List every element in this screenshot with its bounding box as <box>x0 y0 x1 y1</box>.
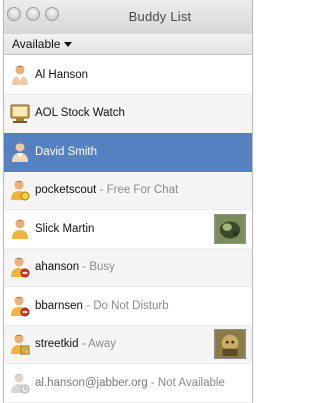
buddy-text: ahanson - Busy <box>35 261 115 273</box>
status-dropdown[interactable]: Available <box>12 37 73 51</box>
buddy-text: streetkid - Away <box>35 338 116 350</box>
buddy-text: al.hanson@jabber.org - Not Available <box>35 377 225 389</box>
status-bar: Available <box>4 34 252 55</box>
buddy-status: - Do Not Disturb <box>82 299 169 312</box>
buddy-row-slick-martin[interactable]: Slick Martin <box>4 210 252 249</box>
buddy-name: Slick Martin <box>35 222 95 235</box>
buddy-status: - Free For Chat <box>96 184 179 197</box>
buddy-name: pocketscout <box>35 184 97 197</box>
buddy-status: - Busy <box>79 261 115 274</box>
chevron-down-icon <box>64 42 73 47</box>
buddy-name: bbarnsen <box>35 299 83 312</box>
buddy-row-streetkid[interactable]: streetkid - Away <box>4 325 252 364</box>
person-busy-icon <box>11 257 30 278</box>
buddy-name: streetkid <box>35 338 79 351</box>
buddy-list-window: Buddy List Available Al Hanson AOL Stock… <box>3 0 253 403</box>
person-free-icon <box>11 180 30 201</box>
buddy-text: David Smith <box>35 146 97 158</box>
window-controls <box>7 7 59 21</box>
person-dnd-icon <box>11 296 30 317</box>
buddy-row-al-hanson[interactable]: Al Hanson <box>4 56 252 95</box>
computer-icon <box>10 104 30 124</box>
buddy-row-al-hanson-jabber[interactable]: al.hanson@jabber.org - Not Available <box>4 364 252 403</box>
person-away-icon <box>11 334 30 355</box>
buddy-avatar-image <box>214 213 246 244</box>
buddy-name: ahanson <box>35 261 80 274</box>
buddy-row-ahanson[interactable]: ahanson - Busy <box>4 248 252 287</box>
person-icon <box>12 65 28 85</box>
person-icon <box>12 219 28 239</box>
buddy-text: Al Hanson <box>35 69 88 81</box>
buddy-row-aol-stock-watch[interactable]: AOL Stock Watch <box>4 94 252 133</box>
buddy-text: AOL Stock Watch <box>35 107 125 119</box>
buddy-name: David Smith <box>35 145 97 158</box>
buddy-row-pocketscout[interactable]: pocketscout - Free For Chat <box>4 171 252 210</box>
buddy-text: Slick Martin <box>35 223 94 235</box>
buddy-name: Al Hanson <box>35 68 89 81</box>
buddy-row-bbarnsen[interactable]: bbarnsen - Do Not Disturb <box>4 287 252 326</box>
buddy-name: AOL Stock Watch <box>35 107 125 120</box>
person-icon <box>12 142 28 162</box>
buddy-list: Al Hanson AOL Stock Watch David Smith po… <box>4 56 252 403</box>
buddy-avatar-image <box>214 329 246 360</box>
buddy-status: - Not Available <box>147 376 225 389</box>
buddy-row-david-smith[interactable]: David Smith <box>4 133 252 172</box>
zoom-window-button[interactable] <box>45 7 59 21</box>
buddy-status: - Away <box>78 338 116 351</box>
buddy-name: al.hanson@jabber.org <box>35 376 148 389</box>
person-na-icon <box>11 373 30 394</box>
window-title: Buddy List <box>128 9 192 24</box>
buddy-text: bbarnsen - Do Not Disturb <box>35 300 169 312</box>
minimize-window-button[interactable] <box>26 7 40 21</box>
status-dropdown-label: Available <box>12 37 61 51</box>
buddy-text: pocketscout - Free For Chat <box>35 184 178 196</box>
close-window-button[interactable] <box>7 7 21 21</box>
title-bar[interactable]: Buddy List <box>4 0 252 34</box>
